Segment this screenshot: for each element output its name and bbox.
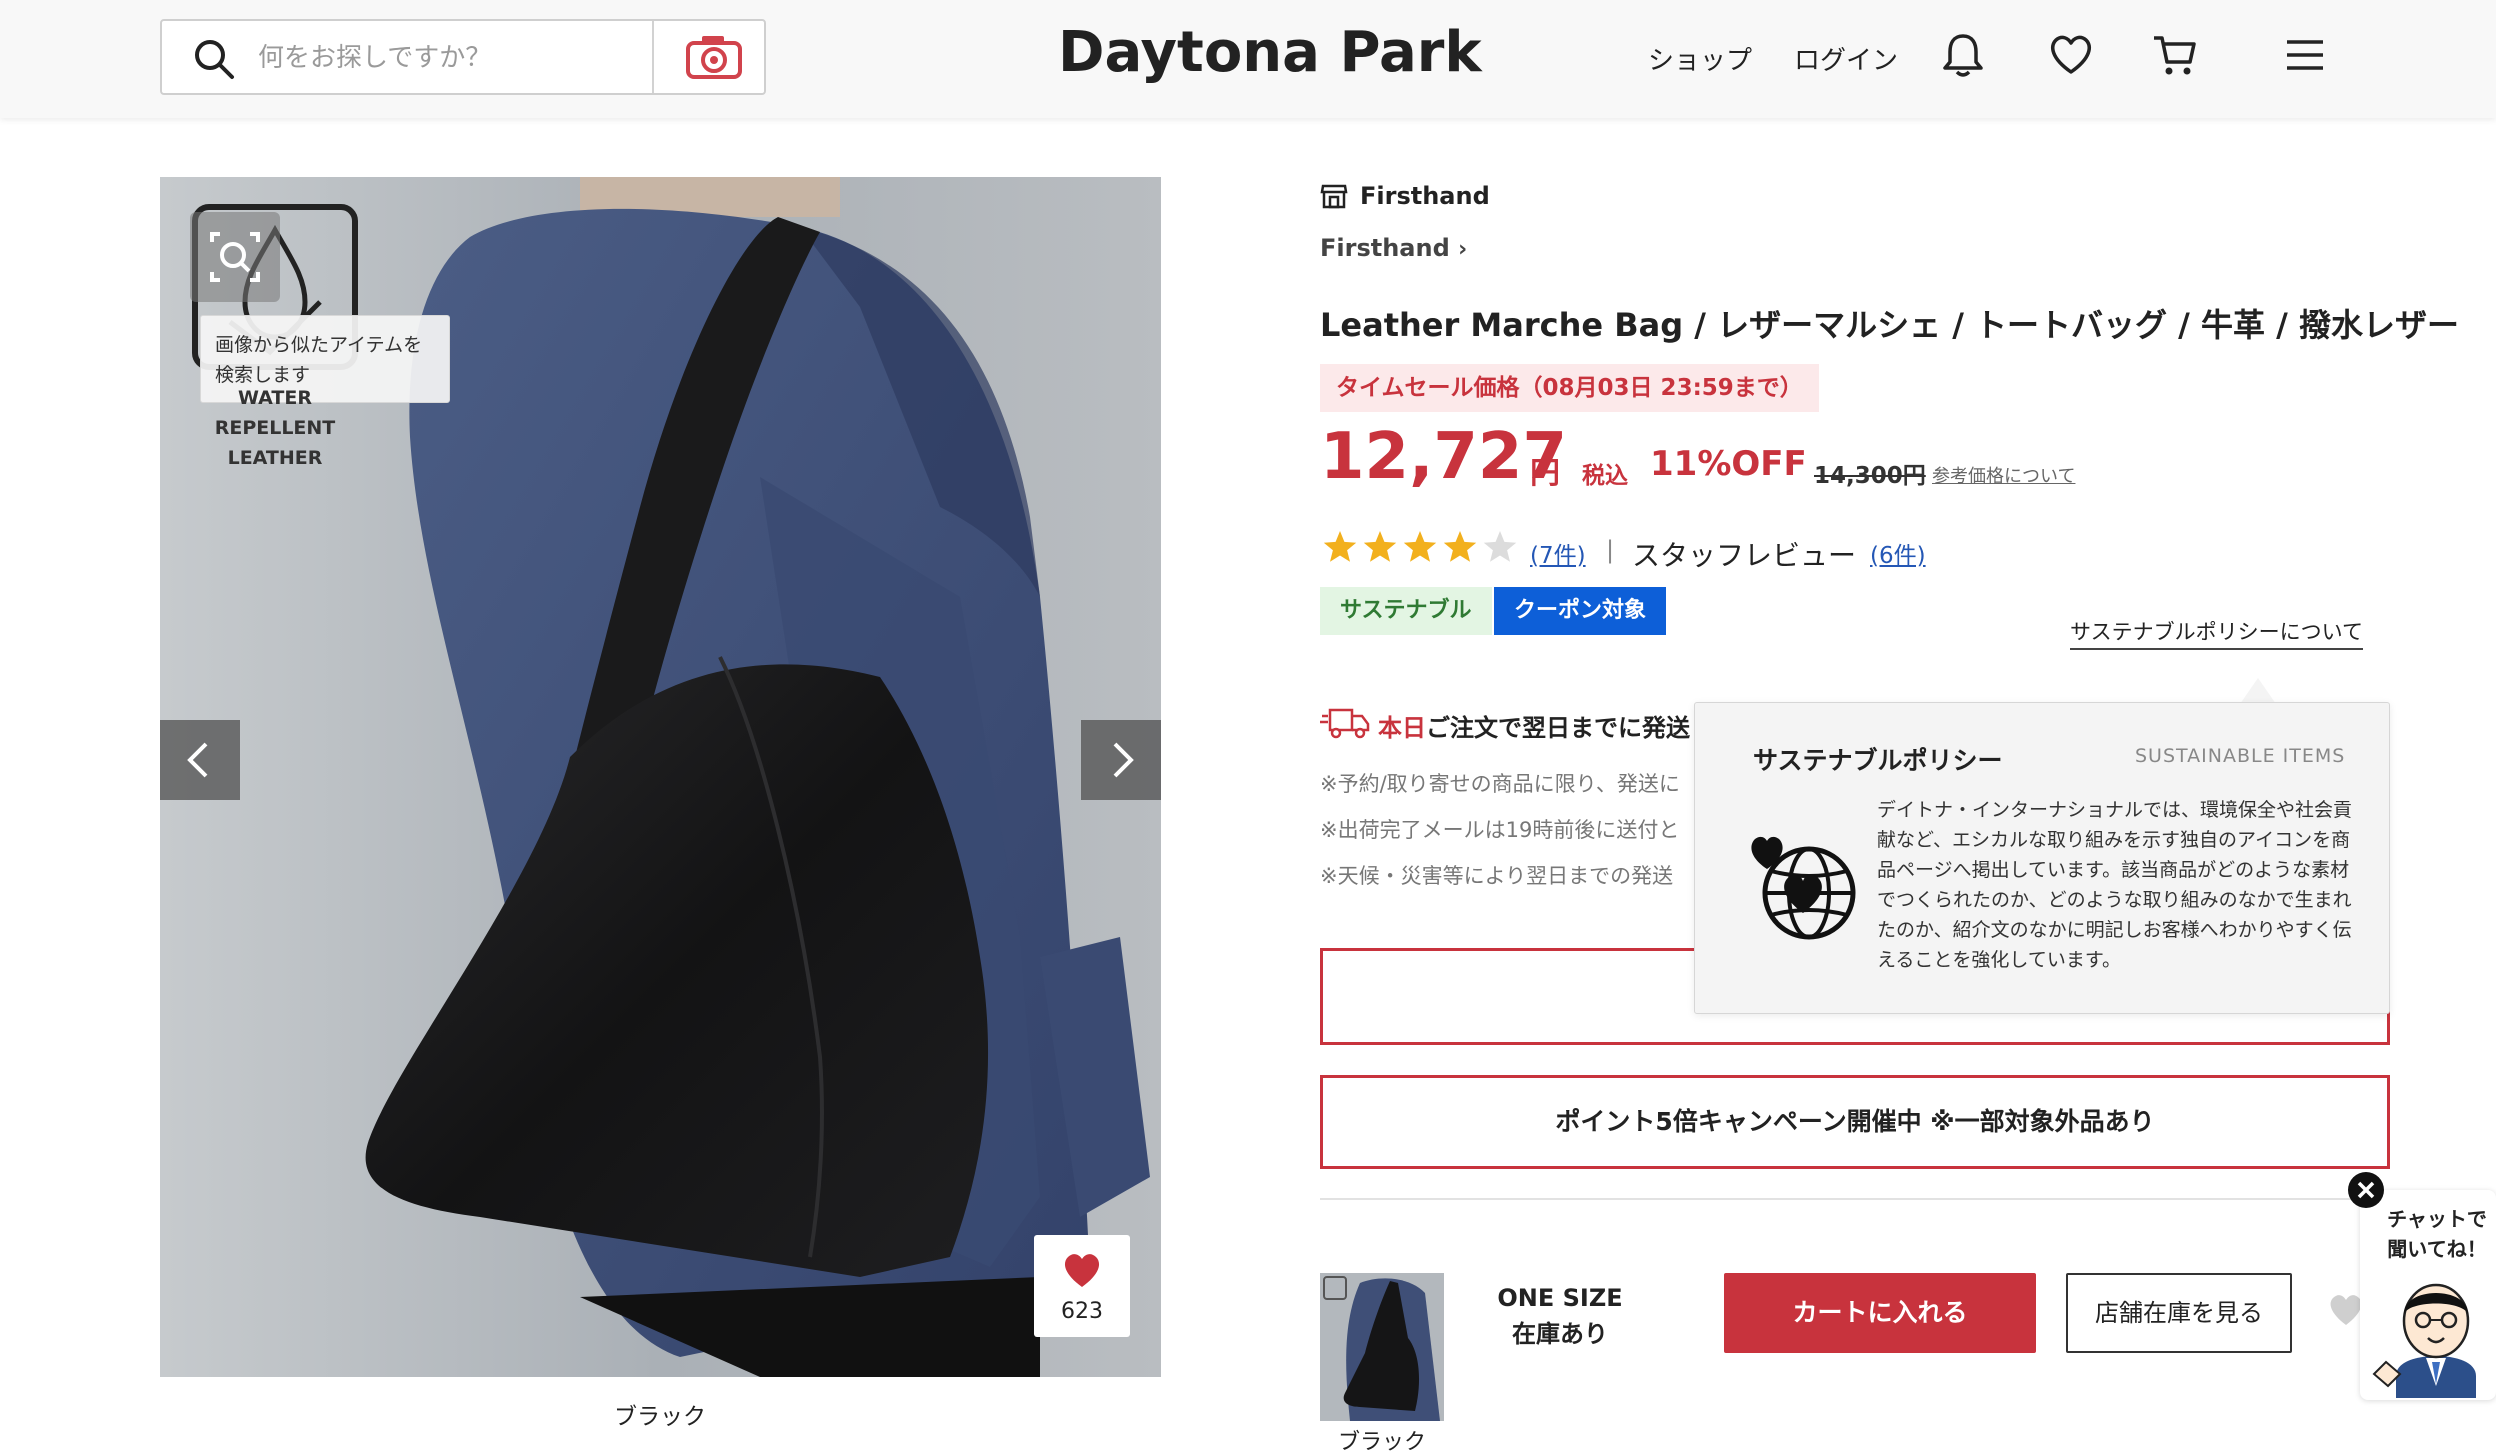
badge-label-line-1: WATER REPELLENT bbox=[214, 387, 336, 439]
variant-photo bbox=[1320, 1273, 1444, 1421]
discount-label: 11%OFF bbox=[1650, 444, 1807, 484]
chat-prompt: チャットで聞いてね！ bbox=[2387, 1207, 2487, 1261]
tax-label: 税込 bbox=[1582, 463, 1628, 489]
store-icon bbox=[1320, 184, 1348, 209]
chat-widget[interactable]: チャットで聞いてね！ bbox=[2360, 1190, 2496, 1400]
star-rating bbox=[1323, 531, 1517, 562]
badge-label-line-2: LEATHER bbox=[227, 447, 323, 469]
image-search-icon bbox=[210, 232, 260, 282]
original-price: 14,300円 bbox=[1814, 463, 1926, 489]
truck-icon bbox=[1320, 708, 1370, 739]
close-icon bbox=[2357, 1181, 2375, 1199]
shipping-text: 本日ご注文で翌日までに発送 bbox=[1378, 708, 1690, 743]
like-button[interactable]: 623 bbox=[1034, 1235, 1130, 1337]
review-count-link[interactable]: (7件) bbox=[1530, 536, 1586, 570]
prev-image-button[interactable] bbox=[160, 720, 240, 800]
shipping-message: ご注文で翌日までに発送 bbox=[1426, 714, 1690, 742]
price-currency: 円 bbox=[1530, 456, 1560, 491]
divider bbox=[1320, 1198, 2390, 1200]
chat-close-button[interactable] bbox=[2348, 1172, 2384, 1208]
sustainable-tag[interactable]: サステナブル bbox=[1320, 587, 1492, 635]
shipping-note-2: ※出荷完了メールは19時前後に送付と bbox=[1320, 818, 1680, 842]
stock-label: 在庫あり bbox=[1512, 1320, 1608, 1348]
brand-link-label: Firsthand bbox=[1320, 234, 1450, 262]
water-repellent-label: WATER REPELLENT LEATHER bbox=[200, 383, 350, 473]
popup-body: デイトナ・インターナショナルでは、環境保全や社会貢献など、エシカルな取り組みを示… bbox=[1877, 799, 2353, 971]
popup-subtitle: SUSTAINABLE ITEMS bbox=[2135, 745, 2346, 767]
nav-shop-link[interactable]: ショップ bbox=[1648, 40, 1752, 77]
star-icon bbox=[1443, 531, 1477, 562]
cart-icon[interactable] bbox=[2150, 30, 2200, 80]
shipping-note-3: ※天候・災害等により翌日までの発送 bbox=[1320, 864, 1674, 888]
heart-icon[interactable] bbox=[2046, 30, 2096, 80]
sustainable-globe-heart-icon bbox=[1751, 836, 1856, 940]
star-icon bbox=[1403, 531, 1437, 562]
image-search-button[interactable] bbox=[190, 212, 280, 302]
separator: | bbox=[1606, 536, 1615, 564]
product-title: Leather Marche Bag / レザーマルシェ / トートバッグ / … bbox=[1320, 306, 2459, 344]
image-color-caption: ブラック bbox=[614, 1404, 706, 1430]
chevron-right-icon bbox=[1113, 742, 1134, 778]
like-count: 623 bbox=[1061, 1299, 1103, 1324]
next-image-button[interactable] bbox=[1081, 720, 1161, 800]
staff-review-count-link[interactable]: (6件) bbox=[1870, 536, 1926, 570]
staff-review-label: スタッフレビュー bbox=[1632, 539, 1857, 572]
shipping-today: 本日 bbox=[1378, 714, 1426, 742]
search-bar bbox=[160, 19, 798, 95]
sustainable-policy-popup: サステナブルポリシー SUSTAINABLE ITEMS デイトナ・インターナシ… bbox=[1694, 702, 2390, 1014]
chevron-right-small-icon: › bbox=[1458, 237, 1468, 262]
timesale-badge: タイムセール価格（08月03日 23:59まで） bbox=[1320, 364, 1819, 412]
variant-thumbnail[interactable] bbox=[1320, 1273, 1444, 1421]
product-image-gallery: 画像から似たアイテムを検索します WATER REPELLENT LEATHER… bbox=[160, 177, 1161, 1377]
search-icon[interactable] bbox=[192, 37, 236, 81]
coupon-tag[interactable]: クーポン対象 bbox=[1494, 587, 1667, 635]
reference-price-link[interactable]: 参考価格について bbox=[1932, 462, 2075, 488]
site-header: Daytona Park ショップ ログイン bbox=[0, 0, 2496, 118]
bell-icon[interactable] bbox=[1938, 30, 1988, 80]
camera-search-icon[interactable] bbox=[682, 31, 746, 83]
shipping-note-1: ※予約/取り寄せの商品に限り、発送に bbox=[1320, 772, 1680, 796]
star-icon bbox=[1323, 531, 1357, 562]
shop-name: Firsthand bbox=[1360, 182, 1490, 210]
variant-color-caption: ブラック bbox=[1337, 1430, 1426, 1455]
site-logo[interactable]: Daytona Park bbox=[1058, 20, 1482, 85]
chat-avatar bbox=[2372, 1283, 2476, 1398]
store-stock-button[interactable]: 店舗在庫を見る bbox=[2066, 1273, 2292, 1353]
menu-icon[interactable] bbox=[2280, 30, 2330, 80]
star-icon bbox=[1363, 531, 1397, 562]
heart-filled-icon bbox=[1064, 1254, 1100, 1287]
star-icon bbox=[1483, 531, 1517, 562]
nav-login-link[interactable]: ログイン bbox=[1794, 40, 1898, 77]
search-divider bbox=[652, 21, 654, 93]
points-campaign-button[interactable]: ポイント5倍キャンペーン開催中 ※一部対象外品あり bbox=[1320, 1075, 2390, 1169]
popup-caret bbox=[2240, 678, 2276, 704]
popup-title: サステナブルポリシー bbox=[1753, 746, 2003, 775]
size-label: ONE SIZE bbox=[1497, 1284, 1623, 1312]
brand-link[interactable]: Firsthand › bbox=[1320, 234, 1467, 262]
chevron-left-icon bbox=[187, 742, 208, 778]
add-to-cart-button[interactable]: カートに入れる bbox=[1724, 1273, 2036, 1353]
sustainable-policy-link[interactable]: サステナブルポリシーについて bbox=[2070, 616, 2363, 650]
variant-size: ONE SIZE 在庫あり bbox=[1490, 1280, 1630, 1352]
